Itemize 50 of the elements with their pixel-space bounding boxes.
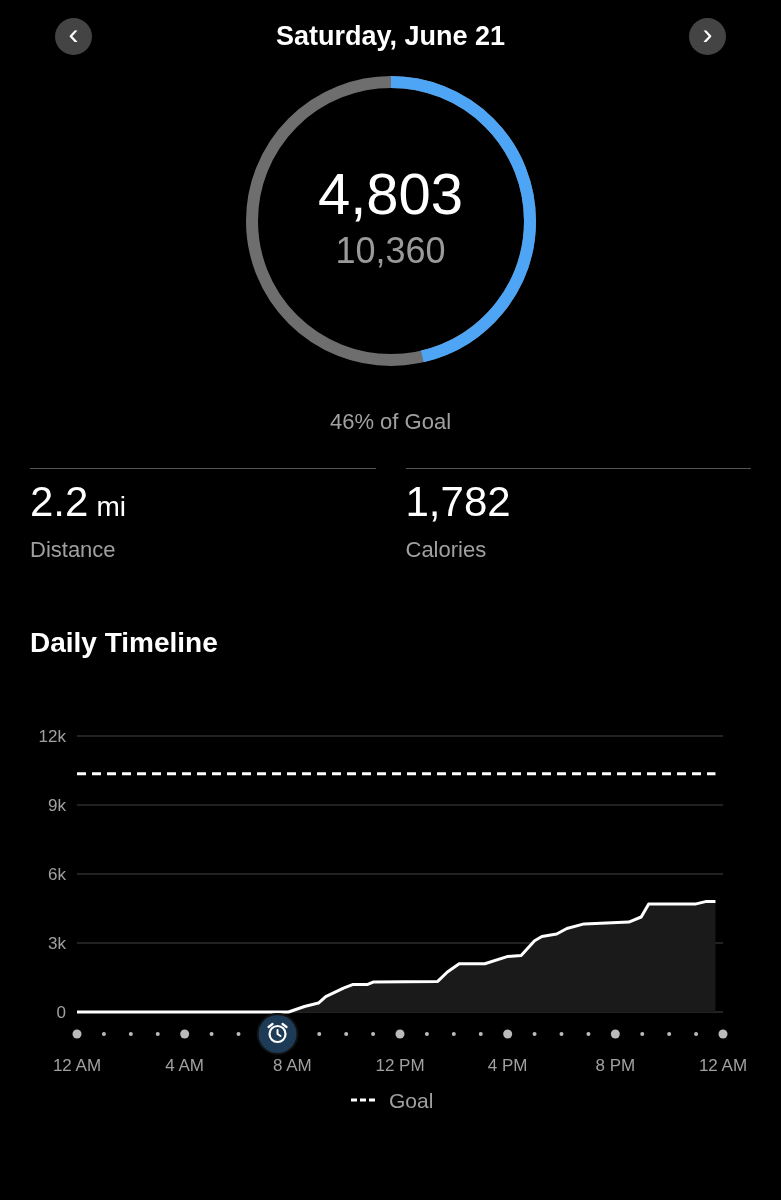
hour-dot — [155, 1031, 160, 1036]
hour-dot — [395, 1029, 405, 1038]
hour-dot — [559, 1031, 564, 1036]
hour-dot — [586, 1031, 591, 1036]
hour-dot — [317, 1031, 322, 1036]
stat-label: Calories — [405, 535, 488, 564]
alarm-clock-icon[interactable] — [256, 1012, 299, 1055]
hour-dot — [503, 1029, 513, 1038]
hour-dot — [718, 1029, 728, 1038]
section-title: Daily Timeline — [30, 626, 218, 658]
hour-dot — [532, 1031, 537, 1036]
x-axis-label: 8 AM — [272, 1055, 312, 1075]
goal-percentage: 46% of Goal — [329, 407, 452, 436]
y-axis-label: 3k — [48, 933, 66, 953]
step-count: 4,803 — [317, 164, 464, 223]
hour-dot — [344, 1031, 349, 1036]
x-axis-label: 12 PM — [375, 1055, 425, 1075]
x-axis-label: 4 AM — [165, 1055, 205, 1075]
step-goal: 10,360 — [335, 232, 446, 269]
hour-dot — [610, 1029, 620, 1038]
x-axis-label: 12 AM — [698, 1055, 748, 1075]
y-axis-label: 6k — [48, 864, 66, 884]
hour-dot — [236, 1031, 241, 1036]
stat-unit: mi — [96, 492, 126, 521]
hour-dot — [424, 1031, 429, 1036]
next-day-button[interactable]: › — [689, 17, 726, 55]
hour-dot — [667, 1031, 672, 1036]
legend-dash-icon — [351, 1098, 375, 1101]
y-axis-label: 12k — [38, 726, 66, 746]
y-axis-label: 9k — [48, 795, 66, 815]
y-axis-label: 0 — [56, 1002, 66, 1022]
hour-dot — [694, 1031, 699, 1036]
hour-dot — [478, 1031, 483, 1036]
hour-dot — [128, 1031, 133, 1036]
date-title: Saturday, June 21 — [275, 20, 506, 53]
hour-dot — [371, 1031, 376, 1036]
x-axis-label: 8 PM — [595, 1055, 636, 1075]
hour-dot — [101, 1031, 106, 1036]
stat-value: 1,782 — [405, 480, 511, 523]
stat-value: 2.2 — [30, 480, 89, 523]
legend-label: Goal — [389, 1088, 434, 1112]
hour-dot — [209, 1031, 214, 1036]
x-axis-label: 12 AM — [52, 1055, 102, 1075]
x-axis-label: 4 PM — [487, 1055, 528, 1075]
hour-dot — [451, 1031, 456, 1036]
stat-label: Distance — [30, 535, 117, 564]
hour-dot — [640, 1031, 645, 1036]
hour-dot — [72, 1029, 82, 1038]
hour-dot — [180, 1029, 190, 1038]
previous-day-button[interactable]: ‹ — [55, 17, 92, 55]
